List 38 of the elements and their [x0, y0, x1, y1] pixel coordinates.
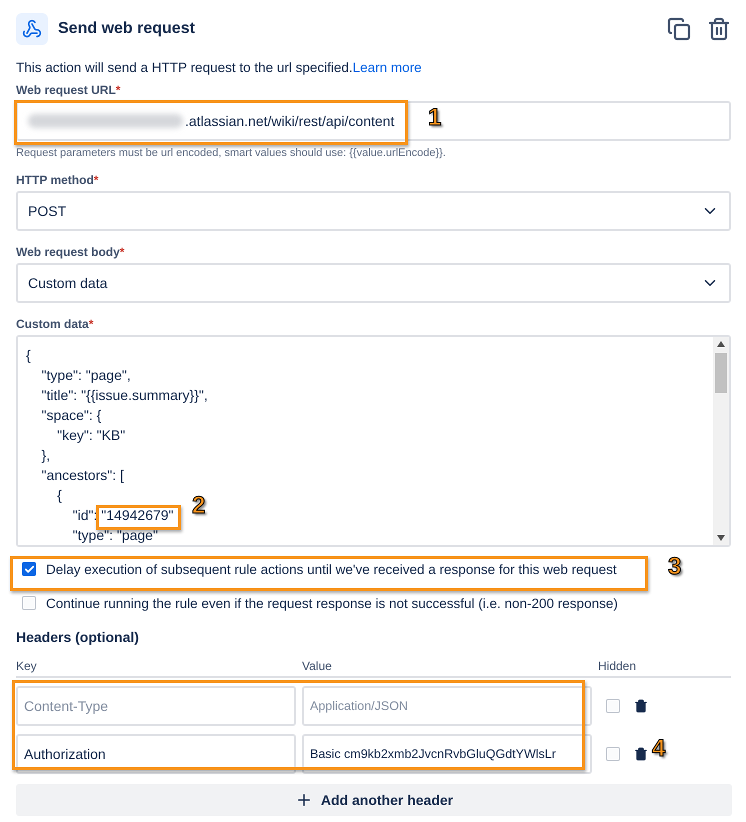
- checkbox[interactable]: [22, 596, 36, 610]
- callout-number: 1: [428, 104, 442, 132]
- callout-number: 3: [668, 553, 682, 581]
- hidden-checkbox[interactable]: [606, 747, 620, 761]
- body-select[interactable]: Custom data: [16, 263, 731, 303]
- webhook-icon: [16, 13, 48, 45]
- delete-button[interactable]: [707, 17, 731, 41]
- header-key-input[interactable]: Authorization: [16, 734, 296, 774]
- callout-number: 4: [652, 735, 666, 763]
- checkbox[interactable]: [22, 562, 36, 576]
- delete-icon[interactable]: [634, 747, 648, 761]
- add-header-button[interactable]: Add another header: [16, 784, 732, 816]
- header-value-input[interactable]: Basic cm9kb2xmb2JvcnRvbGluQGdtYWlsLr: [302, 734, 592, 774]
- option-label: Delay execution of subsequent rule actions until we've received a response for this web request: [46, 562, 617, 576]
- field-label: Custom data*: [16, 317, 94, 331]
- action-description: This action will send a HTTP request to the url specified.Learn more: [16, 60, 423, 75]
- scroll-down-icon[interactable]: [717, 535, 725, 541]
- scrollbar[interactable]: [713, 337, 729, 545]
- help-text: Request parameters must be url encoded, smart values should use: {{value.urlEncode}}.: [16, 147, 447, 159]
- column-header: Hidden: [598, 659, 638, 673]
- callout-number: 2: [192, 492, 206, 520]
- field-label: Web request URL*: [16, 83, 122, 97]
- duplicate-button[interactable]: [667, 17, 691, 41]
- headers-title: Headers (optional): [16, 629, 140, 645]
- method-select[interactable]: POST: [16, 191, 731, 231]
- header-value-input[interactable]: Application/JSON: [302, 686, 592, 726]
- action-title: Send web request: [58, 20, 196, 38]
- option-label: Continue running the rule even if the request response is not successful (i.e. non-200 response): [46, 596, 618, 610]
- learn-more-link[interactable]: Learn more: [352, 60, 422, 75]
- column-header: Value: [302, 659, 333, 673]
- field-label: Web request body*: [16, 245, 126, 259]
- delete-icon[interactable]: [634, 699, 648, 713]
- field-label: HTTP method*: [16, 173, 100, 187]
- scroll-thumb[interactable]: [715, 353, 727, 393]
- hidden-checkbox[interactable]: [606, 699, 620, 713]
- column-header: Key: [16, 659, 38, 673]
- scroll-up-icon[interactable]: [717, 341, 725, 347]
- header-key-input[interactable]: Content-Type: [16, 686, 296, 726]
